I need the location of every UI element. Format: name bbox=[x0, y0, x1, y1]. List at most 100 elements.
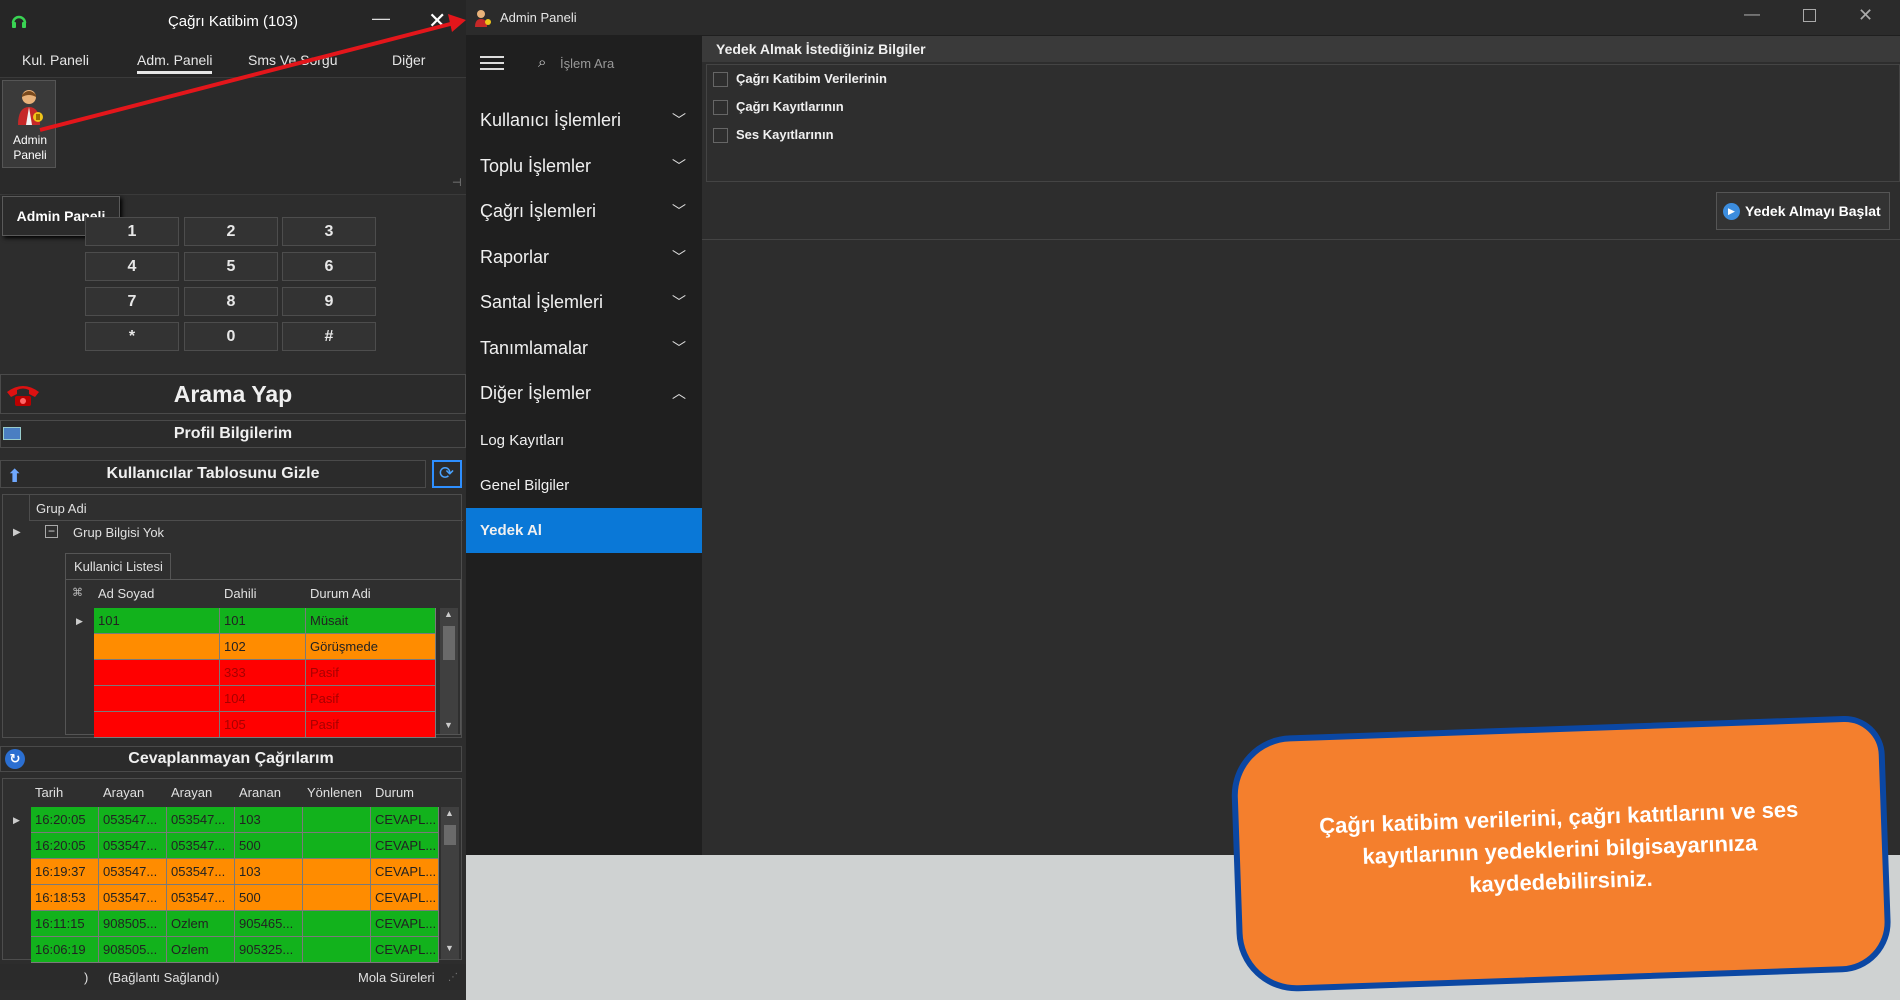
user-list-scrollbar[interactable]: ▲ ▼ bbox=[440, 608, 458, 734]
user-cell-status[interactable]: Pasif bbox=[306, 686, 436, 712]
key-5[interactable]: 5 bbox=[184, 252, 278, 281]
checkbox[interactable] bbox=[713, 100, 728, 116]
key-star[interactable]: * bbox=[85, 322, 179, 351]
call-cell-called[interactable]: 103 bbox=[235, 807, 303, 833]
key-2[interactable]: 2 bbox=[184, 217, 278, 246]
resize-grip-icon[interactable]: ⋰ bbox=[448, 972, 458, 983]
call-cell-status[interactable]: CEVAPL... bbox=[371, 885, 439, 911]
col-durum[interactable]: Durum bbox=[375, 785, 414, 800]
user-cell-status[interactable]: Müsait bbox=[306, 608, 436, 634]
call-cell-status[interactable]: CEVAPL... bbox=[371, 807, 439, 833]
user-cell-name[interactable] bbox=[94, 712, 220, 738]
nav-search-input[interactable]: İşlem Ara bbox=[560, 56, 614, 71]
key-1[interactable]: 1 bbox=[85, 217, 179, 246]
option-ses-kayitlari[interactable]: Ses Kayıtlarının bbox=[713, 125, 834, 145]
scroll-up-icon[interactable]: ▲ bbox=[444, 609, 453, 619]
call-cell-caller1[interactable]: 053547... bbox=[99, 833, 167, 859]
option-cagri-katibim-verileri[interactable]: Çağrı Katibim Verilerinin bbox=[713, 69, 887, 89]
call-cell-routed[interactable] bbox=[303, 911, 371, 937]
scroll-down-icon[interactable]: ▼ bbox=[444, 720, 453, 730]
checkbox[interactable] bbox=[713, 128, 728, 144]
chevron-down-icon[interactable]: ﹀ bbox=[672, 280, 686, 325]
nav-item-6[interactable]: Diğer İşlemler ︿ bbox=[466, 371, 702, 416]
nav-item-1[interactable]: Toplu İşlemler ﹀ bbox=[466, 144, 702, 189]
call-cell-called[interactable]: 905465... bbox=[235, 911, 303, 937]
key-3[interactable]: 3 bbox=[282, 217, 376, 246]
call-cell-caller2[interactable]: 053547... bbox=[167, 859, 235, 885]
call-cell-time[interactable]: 16:19:37 bbox=[31, 859, 99, 885]
missed-calls-bar[interactable]: ↻ Cevaplanmayan Çağrılarım bbox=[0, 746, 462, 772]
call-cell-caller2[interactable]: 053547... bbox=[167, 807, 235, 833]
call-cell-called[interactable]: 500 bbox=[235, 885, 303, 911]
call-cell-routed[interactable] bbox=[303, 859, 371, 885]
maximize-icon[interactable] bbox=[1803, 9, 1816, 22]
call-cell-routed[interactable] bbox=[303, 807, 371, 833]
chevron-down-icon[interactable]: ﹀ bbox=[672, 98, 686, 143]
chevron-down-icon[interactable]: ﹀ bbox=[672, 144, 686, 189]
call-cell-status[interactable]: CEVAPL... bbox=[371, 859, 439, 885]
col-tarih[interactable]: Tarih bbox=[35, 785, 63, 800]
col-yonlenen[interactable]: Yönlenen bbox=[307, 785, 362, 800]
user-cell-ext[interactable]: 333 bbox=[220, 660, 306, 686]
profile-bar[interactable]: Profil Bilgilerim bbox=[0, 420, 466, 448]
call-cell-time[interactable]: 16:20:05 bbox=[31, 833, 99, 859]
nav-item-0[interactable]: Kullanıcı İşlemleri ﹀ bbox=[466, 98, 702, 143]
col-arayan-1[interactable]: Arayan bbox=[103, 785, 144, 800]
user-cell-ext[interactable]: 105 bbox=[220, 712, 306, 738]
call-cell-caller2[interactable]: 053547... bbox=[167, 885, 235, 911]
call-cell-caller2[interactable]: 053547... bbox=[167, 833, 235, 859]
call-cell-routed[interactable] bbox=[303, 937, 371, 963]
break-times-link[interactable]: Mola Süreleri bbox=[358, 970, 435, 985]
collapse-icon[interactable]: − bbox=[45, 525, 58, 538]
call-cell-caller1[interactable]: 053547... bbox=[99, 885, 167, 911]
col-arayan-2[interactable]: Arayan bbox=[171, 785, 212, 800]
call-cell-status[interactable]: CEVAPL... bbox=[371, 833, 439, 859]
key-7[interactable]: 7 bbox=[85, 287, 179, 316]
pin-icon[interactable]: ⊣ bbox=[452, 176, 462, 189]
nav-item-5[interactable]: Tanımlamalar ﹀ bbox=[466, 326, 702, 371]
call-cell-caller1[interactable]: 908505... bbox=[99, 911, 167, 937]
col-dahili[interactable]: Dahili bbox=[224, 586, 257, 601]
scroll-up-icon[interactable]: ▲ bbox=[445, 808, 454, 818]
chevron-up-icon[interactable]: ︿ bbox=[672, 371, 686, 416]
key-hash[interactable]: # bbox=[282, 322, 376, 351]
call-cell-caller2[interactable]: Ozlem bbox=[167, 911, 235, 937]
call-button[interactable]: Arama Yap bbox=[0, 374, 466, 414]
nav-item-4[interactable]: Santal İşlemleri ﹀ bbox=[466, 280, 702, 325]
call-cell-called[interactable]: 500 bbox=[235, 833, 303, 859]
user-list-tab[interactable]: Kullanici Listesi bbox=[65, 553, 171, 579]
scroll-thumb[interactable] bbox=[443, 626, 455, 660]
key-4[interactable]: 4 bbox=[85, 252, 179, 281]
user-cell-status[interactable]: Pasif bbox=[306, 712, 436, 738]
row-expand-icon[interactable]: ▶ bbox=[13, 527, 21, 538]
key-6[interactable]: 6 bbox=[282, 252, 376, 281]
call-cell-status[interactable]: CEVAPL... bbox=[371, 911, 439, 937]
nav-item-2[interactable]: Çağrı İşlemleri ﹀ bbox=[466, 189, 702, 234]
scroll-down-icon[interactable]: ▼ bbox=[445, 943, 454, 953]
call-cell-time[interactable]: 16:20:05 bbox=[31, 807, 99, 833]
call-cell-routed[interactable] bbox=[303, 885, 371, 911]
call-cell-called[interactable]: 905325... bbox=[235, 937, 303, 963]
chevron-down-icon[interactable]: ﹀ bbox=[672, 235, 686, 280]
chevron-down-icon[interactable]: ﹀ bbox=[672, 326, 686, 371]
user-cell-name[interactable] bbox=[94, 634, 220, 660]
option-cagri-kayitlari[interactable]: Çağrı Kayıtlarının bbox=[713, 97, 844, 117]
scroll-thumb[interactable] bbox=[444, 825, 456, 845]
hamburger-menu-icon[interactable] bbox=[480, 56, 504, 70]
col-ad-soyad[interactable]: Ad Soyad bbox=[98, 586, 154, 601]
key-8[interactable]: 8 bbox=[184, 287, 278, 316]
call-cell-routed[interactable] bbox=[303, 833, 371, 859]
call-cell-time[interactable]: 16:18:53 bbox=[31, 885, 99, 911]
user-cell-name[interactable]: 101 bbox=[94, 608, 220, 634]
users-table-toggle[interactable]: ⬆ Kullanıcılar Tablosunu Gizle bbox=[0, 460, 426, 488]
user-cell-ext[interactable]: 101 bbox=[220, 608, 306, 634]
subnav-item-0[interactable]: Log Kayıtları bbox=[466, 418, 702, 463]
checkbox[interactable] bbox=[713, 72, 728, 88]
subnav-item-2[interactable]: Yedek Al bbox=[466, 508, 702, 553]
minimize-icon[interactable]: — bbox=[1744, 6, 1760, 24]
call-cell-caller2[interactable]: Ozlem bbox=[167, 937, 235, 963]
key-0[interactable]: 0 bbox=[184, 322, 278, 351]
call-cell-time[interactable]: 16:11:15 bbox=[31, 911, 99, 937]
close-icon[interactable]: ✕ bbox=[1858, 5, 1873, 26]
call-cell-caller1[interactable]: 053547... bbox=[99, 859, 167, 885]
